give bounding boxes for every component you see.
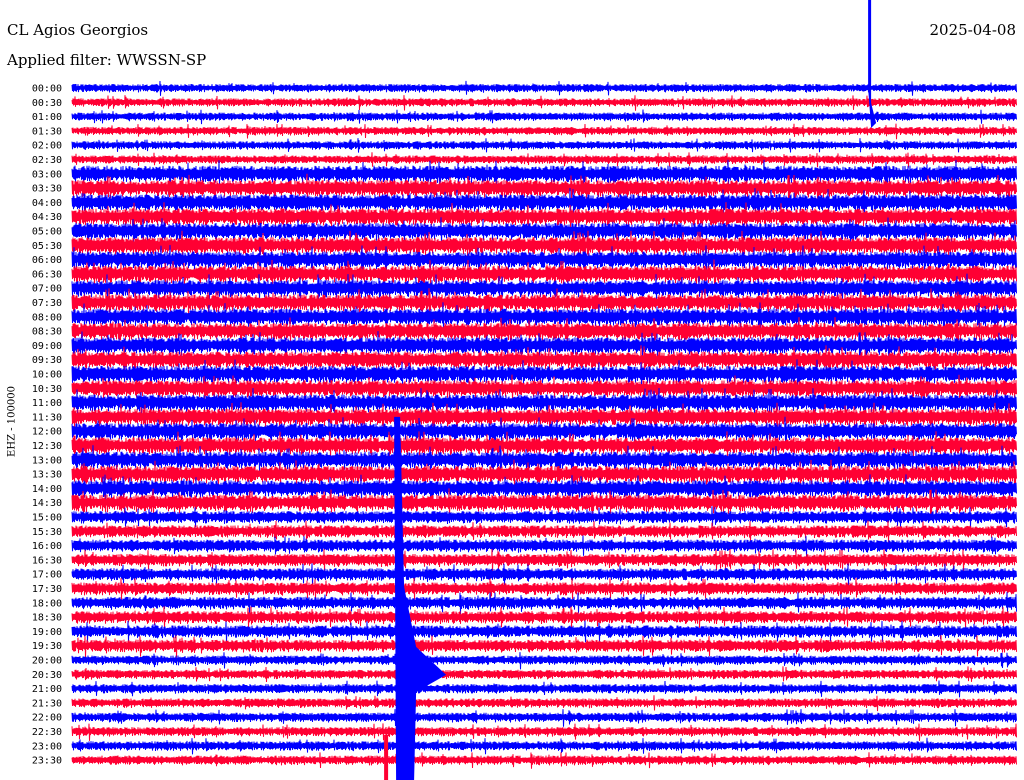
time-tick-label: 22:00 (32, 713, 62, 724)
time-tick-label: 19:00 (32, 627, 62, 638)
seismic-trace (71, 95, 1017, 111)
time-tick-label: 23:30 (32, 756, 62, 767)
time-tick-label: 01:30 (32, 126, 62, 137)
time-tick-label: 03:30 (32, 184, 62, 195)
seismic-trace (71, 709, 1017, 727)
time-tick-label: 09:00 (32, 341, 62, 352)
time-tick-label: 09:30 (32, 355, 62, 366)
time-tick-label: 05:30 (32, 241, 62, 252)
time-tick-label: 16:30 (32, 555, 62, 566)
seismic-trace (71, 152, 1017, 168)
time-tick-label: 04:30 (32, 212, 62, 223)
trace-group (71, 0, 1017, 780)
time-tick-label: 07:30 (32, 298, 62, 309)
time-tick-label: 08:30 (32, 327, 62, 338)
time-tick-label: 19:30 (32, 641, 62, 652)
time-tick-label: 12:00 (32, 427, 62, 438)
seismic-trace (71, 520, 1017, 543)
seismic-trace (71, 620, 1017, 643)
time-tick-label: 07:00 (32, 284, 62, 295)
time-tick-label: 14:30 (32, 498, 62, 509)
time-tick-label: 06:30 (32, 269, 62, 280)
time-tick-label: 01:00 (32, 112, 62, 123)
time-tick-label: 13:00 (32, 455, 62, 466)
event-spike (868, 0, 877, 128)
time-axis-labels: 00:00 00:30 01:00 01:30 02:00 02:30 03:00 03:30… (32, 84, 62, 767)
time-tick-label: 17:00 (32, 570, 62, 581)
seismic-trace (71, 652, 1017, 670)
seismic-trace (71, 723, 1017, 741)
time-tick-label: 20:00 (32, 656, 62, 667)
time-tick-label: 08:00 (32, 312, 62, 323)
time-tick-label: 15:00 (32, 513, 62, 524)
time-tick-label: 22:30 (32, 727, 62, 738)
time-tick-label: 04:00 (32, 198, 62, 209)
time-tick-label: 13:30 (32, 470, 62, 481)
time-tick-label: 23:00 (32, 741, 62, 752)
seismic-trace (71, 606, 1017, 630)
time-tick-label: 12:30 (32, 441, 62, 452)
seismic-trace (71, 80, 1017, 96)
time-tick-label: 21:30 (32, 698, 62, 709)
seismic-trace (71, 563, 1017, 587)
seismic-trace (71, 680, 1017, 698)
time-tick-label: 02:00 (32, 141, 62, 152)
time-tick-label: 18:30 (32, 613, 62, 624)
time-tick-label: 16:00 (32, 541, 62, 552)
time-tick-label: 21:00 (32, 684, 62, 695)
time-tick-label: 02:30 (32, 155, 62, 166)
seismic-trace (71, 635, 1017, 658)
time-tick-label: 06:00 (32, 255, 62, 266)
time-tick-label: 03:00 (32, 169, 62, 180)
seismic-trace (71, 752, 1017, 769)
seismic-trace (71, 577, 1017, 600)
time-tick-label: 11:30 (32, 412, 62, 423)
time-tick-label: 00:30 (32, 98, 62, 109)
seismic-trace (71, 138, 1017, 153)
time-tick-label: 05:00 (32, 227, 62, 238)
seismic-trace (71, 666, 1017, 683)
time-tick-label: 00:00 (32, 84, 62, 95)
time-tick-label: 15:30 (32, 527, 62, 538)
time-tick-label: 10:30 (32, 384, 62, 395)
seismic-trace (71, 123, 1017, 140)
helicorder-plot: 00:00 00:30 01:00 01:30 02:00 02:30 03:00 03:30… (32, 0, 1017, 780)
time-tick-label: 14:00 (32, 484, 62, 495)
seismic-trace (71, 592, 1017, 615)
time-tick-label: 17:30 (32, 584, 62, 595)
seismic-trace (71, 535, 1017, 557)
time-tick-label: 10:00 (32, 370, 62, 381)
seismic-trace (71, 695, 1017, 712)
earthquake-signal-red (384, 735, 389, 780)
seismic-trace (71, 737, 1017, 755)
time-tick-label: 20:30 (32, 670, 62, 681)
time-tick-label: 11:00 (32, 398, 62, 409)
time-tick-label: 18:00 (32, 598, 62, 609)
